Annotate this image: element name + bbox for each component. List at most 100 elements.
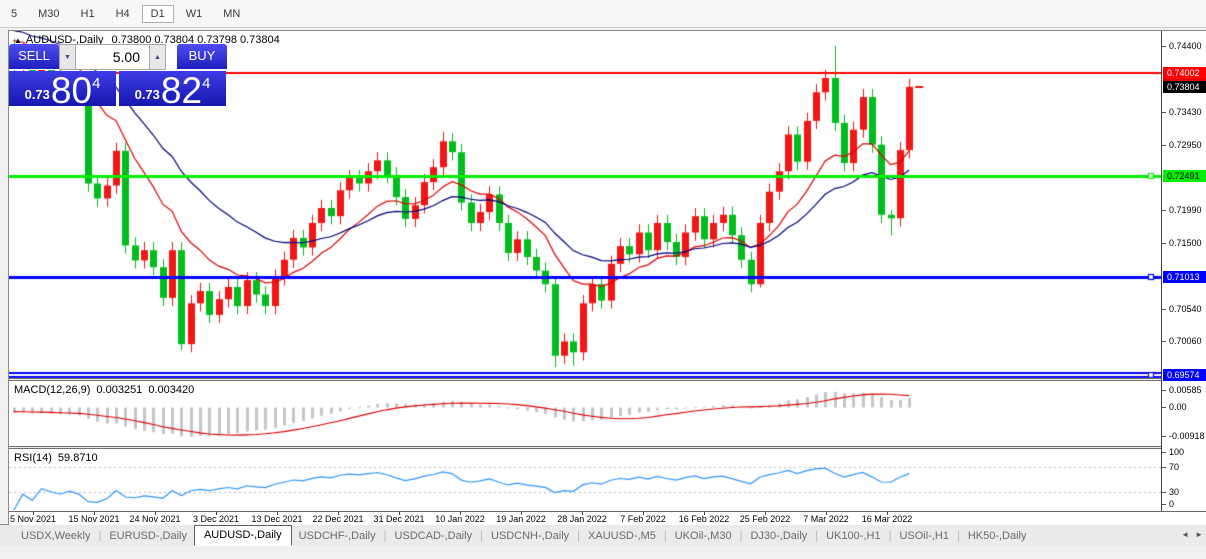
- date-tick-label: 19 Jan 2022: [496, 514, 546, 524]
- price-tick-label: 0.72950: [1169, 139, 1202, 151]
- sell-button[interactable]: SELL: [9, 44, 59, 70]
- status-strip: [0, 546, 1206, 559]
- price-tick-label: 0.71990: [1169, 204, 1202, 216]
- date-tick-label: 22 Dec 2021: [312, 514, 363, 524]
- price-tick-label: 0.70540: [1169, 303, 1202, 315]
- timeframe-toolbar: 5M30H1H4D1W1MN: [0, 0, 1206, 28]
- price-tick-label: 0.74400: [1169, 40, 1202, 52]
- rsi-tick-dash: [1162, 504, 1166, 505]
- tab-separator: |: [957, 530, 960, 542]
- volume-decrease-button[interactable]: ▼: [59, 44, 76, 70]
- timeframe-button-h4[interactable]: H4: [107, 5, 139, 23]
- one-click-trading-panel: SELL ▼ ▲ BUY 0.73 80 4 0.73 82 4: [9, 44, 228, 106]
- date-tick-label: 24 Nov 2021: [129, 514, 180, 524]
- price-tick-label: 0.71500: [1169, 237, 1202, 249]
- rsi-label: RSI(14) 59.8710: [14, 452, 104, 464]
- date-tick-label: 7 Mar 2022: [803, 514, 849, 524]
- pane-separator-macd[interactable]: [9, 378, 1206, 381]
- tab-separator: |: [577, 530, 580, 542]
- price-tick-dash: [1162, 46, 1166, 47]
- tab-audusd-daily[interactable]: AUDUSD-,Daily: [194, 525, 292, 546]
- buy-price-quote[interactable]: 0.73 82 4: [119, 71, 226, 106]
- date-tick-label: 16 Feb 2022: [679, 514, 730, 524]
- price-tick-dash: [1162, 309, 1166, 310]
- sell-price-prefix: 0.73: [25, 87, 50, 102]
- date-tick-label: 31 Dec 2021: [373, 514, 424, 524]
- macd-tick-dash: [1162, 407, 1166, 408]
- tab-scroll-right-icon[interactable]: ►: [1195, 530, 1203, 539]
- tab-separator: |: [480, 530, 483, 542]
- rsi-value: 59.8710: [58, 452, 98, 464]
- tab-xauusd-m5[interactable]: XAUUSD-,M5: [581, 527, 663, 545]
- rsi-tick-dash: [1162, 452, 1166, 453]
- rsi-tick-label: 70: [1169, 461, 1179, 473]
- macd-signal-value: 0.003420: [148, 384, 194, 396]
- price-tick-dash: [1162, 112, 1166, 113]
- buy-button[interactable]: BUY: [177, 44, 227, 70]
- tab-separator: |: [384, 530, 387, 542]
- symbol-tab-bar: USDX,Weekly|EURUSD-,DailyAUDUSD-,DailyUS…: [0, 524, 1206, 547]
- tab-separator: |: [98, 530, 101, 542]
- tab-usdchf-daily[interactable]: USDCHF-,Daily: [292, 527, 383, 545]
- chart-window: ▲AUDUSD-,Daily0.73800 0.73804 0.73798 0.…: [8, 30, 1206, 525]
- price-level-label-level: 0.71013: [1163, 271, 1206, 283]
- date-axis: 5 Nov 202115 Nov 202124 Nov 20213 Dec 20…: [9, 511, 1206, 525]
- rsi-tick-label: 100: [1169, 446, 1184, 458]
- rsi-name: RSI(14): [14, 452, 52, 464]
- price-tick-dash: [1162, 341, 1166, 342]
- price-axis: 0.744000.734300.729500.719900.715000.705…: [1161, 31, 1206, 511]
- timeframe-button-d1[interactable]: D1: [142, 5, 174, 23]
- tab-separator: |: [664, 530, 667, 542]
- volume-increase-button[interactable]: ▲: [149, 44, 166, 70]
- sell-price-pip: 4: [92, 75, 100, 92]
- price-level-label-level: 0.74002: [1163, 67, 1206, 79]
- timeframe-button-mn[interactable]: MN: [214, 5, 249, 23]
- macd-tick-dash: [1162, 390, 1166, 391]
- price-level-label-current-bid: 0.73804: [1163, 81, 1206, 93]
- macd-tick-dash: [1162, 436, 1166, 437]
- pane-separator-rsi[interactable]: [9, 446, 1206, 449]
- chevron-down-icon: ▼: [64, 54, 71, 61]
- volume-input[interactable]: [76, 44, 149, 70]
- date-tick-label: 3 Dec 2021: [193, 514, 239, 524]
- price-tick-label: 0.70060: [1169, 335, 1202, 347]
- timeframe-button-5[interactable]: 5: [2, 5, 26, 23]
- rsi-tick-dash: [1162, 467, 1166, 468]
- date-tick-label: 10 Jan 2022: [435, 514, 485, 524]
- tab-eurusd-daily[interactable]: EURUSD-,Daily: [102, 527, 194, 545]
- date-tick-label: 16 Mar 2022: [862, 514, 913, 524]
- tab-usoil-h1[interactable]: USOil-,H1: [892, 527, 956, 545]
- tab-uk100-h1[interactable]: UK100-,H1: [819, 527, 887, 545]
- date-tick-label: 13 Dec 2021: [251, 514, 302, 524]
- macd-tick-label: 0.00: [1169, 401, 1187, 413]
- sell-price-quote[interactable]: 0.73 80 4: [9, 71, 116, 106]
- timeframe-button-h1[interactable]: H1: [72, 5, 104, 23]
- tab-separator: |: [740, 530, 743, 542]
- price-level-label-level: 0.69574: [1163, 369, 1206, 381]
- tab-scroll-left-icon[interactable]: ◄: [1181, 530, 1189, 539]
- timeframe-button-w1[interactable]: W1: [177, 5, 212, 23]
- rsi-tick-label: 0: [1169, 498, 1174, 510]
- rsi-tick-label: 30: [1169, 486, 1179, 498]
- price-level-label-level: 0.72491: [1163, 170, 1206, 182]
- macd-value: 0.003251: [96, 384, 142, 396]
- tab-usdx-weekly[interactable]: USDX,Weekly: [14, 527, 97, 545]
- tab-scroll-arrows: ◄►: [1175, 530, 1203, 539]
- tab-ukoil-m30[interactable]: UKOil-,M30: [668, 527, 739, 545]
- tab-usdcnh-daily[interactable]: USDCNH-,Daily: [484, 527, 576, 545]
- buy-price-pip: 4: [202, 75, 210, 92]
- rsi-indicator-canvas[interactable]: [9, 449, 1161, 510]
- sell-price-big-digits: 80: [51, 76, 92, 106]
- date-tick-label: 25 Feb 2022: [740, 514, 791, 524]
- price-tick-dash: [1162, 243, 1166, 244]
- date-tick-label: 5 Nov 2021: [10, 514, 56, 524]
- tab-usdcad-daily[interactable]: USDCAD-,Daily: [387, 527, 479, 545]
- price-tick-dash: [1162, 145, 1166, 146]
- date-tick-label: 7 Feb 2022: [620, 514, 666, 524]
- tab-hk50-daily[interactable]: HK50-,Daily: [961, 527, 1034, 545]
- timeframe-button-m30[interactable]: M30: [29, 5, 68, 23]
- tab-dj30-daily[interactable]: DJ30-,Daily: [743, 527, 814, 545]
- buy-price-prefix: 0.73: [135, 87, 160, 102]
- tab-separator: |: [889, 530, 892, 542]
- macd-name: MACD(12,26,9): [14, 384, 90, 396]
